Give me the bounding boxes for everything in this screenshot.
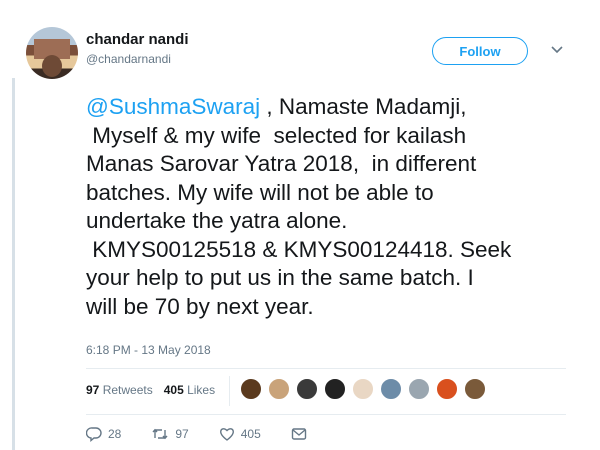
user-handle[interactable]: @chandarnandi xyxy=(86,52,171,66)
tweet-actions: 28 97 405 xyxy=(86,426,343,442)
liker-avatar-8[interactable] xyxy=(436,378,458,400)
timestamp[interactable]: 6:18 PM - 13 May 2018 xyxy=(86,343,211,357)
direct-message-button[interactable] xyxy=(291,427,313,441)
reply-count: 28 xyxy=(108,427,122,441)
likes-stat[interactable]: 405 Likes xyxy=(164,383,215,397)
avatar-person xyxy=(42,55,62,77)
tweet-line-7: your help to put us in the same batch. I xyxy=(86,265,474,290)
reply-button[interactable]: 28 xyxy=(86,426,121,442)
liker-avatar-5[interactable] xyxy=(352,378,374,400)
tweet-line-8: will be 70 by next year. xyxy=(86,293,314,319)
retweet-count: 97 xyxy=(175,427,189,441)
divider xyxy=(86,368,566,369)
avatar[interactable] xyxy=(26,27,78,79)
liker-avatar-9[interactable] xyxy=(464,378,486,400)
heart-icon xyxy=(219,428,234,441)
mention-link[interactable]: @SushmaSwaraj xyxy=(86,94,260,119)
tweet-line-1: , Namaste Madamji, xyxy=(260,94,467,119)
retweet-button[interactable]: 97 xyxy=(151,426,189,442)
liker-avatar-7[interactable] xyxy=(408,378,430,400)
tweet-line-2: Myself & my wife selected for kailash xyxy=(86,122,467,148)
chevron-down-icon[interactable] xyxy=(550,44,564,56)
liker-avatar-3[interactable] xyxy=(296,378,318,400)
divider xyxy=(86,414,566,415)
reply-icon xyxy=(86,427,102,442)
tweet-line-3: Manas Sarovar Yatra 2018, in different xyxy=(86,151,477,176)
thread-rule xyxy=(12,78,15,450)
tweet-text: @SushmaSwaraj , Namaste Madamji, Myself … xyxy=(86,93,576,321)
tweet-line-5: undertake the yatra alone. xyxy=(86,208,348,233)
envelope-icon xyxy=(291,428,306,440)
retweets-count: 97 xyxy=(86,383,100,397)
like-count: 405 xyxy=(240,427,261,441)
retweets-label: Retweets xyxy=(99,383,153,397)
stats-divider xyxy=(229,376,230,406)
liker-avatars xyxy=(240,378,492,400)
tweet-line-4: batches. My wife will not be able to xyxy=(86,179,434,205)
tweet-stats: 97 Retweets 405 Likes xyxy=(86,383,215,397)
likes-label: Likes xyxy=(183,383,216,397)
liker-avatar-4[interactable] xyxy=(324,378,346,400)
retweets-stat[interactable]: 97 Retweets xyxy=(86,383,153,397)
like-button[interactable]: 405 xyxy=(219,426,261,442)
user-name[interactable]: chandar nandi xyxy=(86,31,189,48)
liker-avatar-6[interactable] xyxy=(380,378,402,400)
liker-avatar-1[interactable] xyxy=(240,378,262,400)
tweet-line-6: KMYS00125518 & KMYS00124418. Seek xyxy=(86,236,512,262)
retweet-icon xyxy=(152,428,168,440)
tweet-card: chandar nandi @chandarnandi Follow @Sush… xyxy=(0,0,600,450)
likes-count: 405 xyxy=(163,383,184,397)
follow-button[interactable]: Follow xyxy=(432,37,528,65)
liker-avatar-2[interactable] xyxy=(268,378,290,400)
